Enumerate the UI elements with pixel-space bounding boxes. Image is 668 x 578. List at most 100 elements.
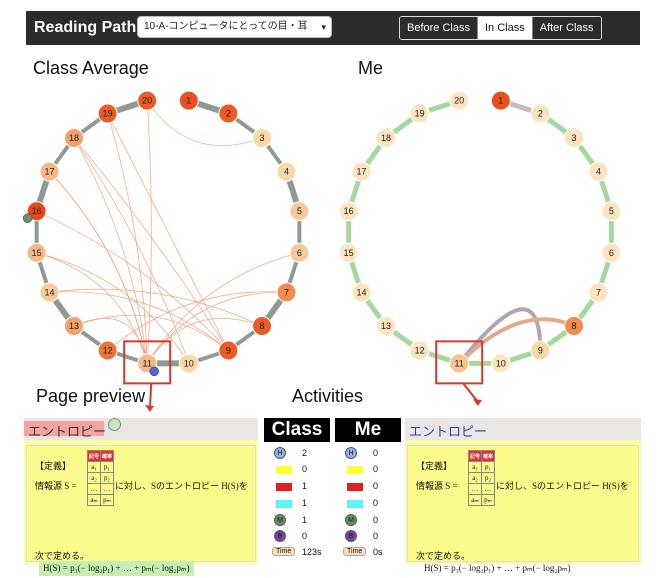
page-node-label: 7 [284,287,289,297]
page-node-label: 19 [103,108,113,118]
preview-header: エントロピー [24,418,258,440]
info-source-suffix: に対し、Sのエントロピー H(S)を [496,481,629,491]
page-node-label: 17 [44,167,54,177]
count-highlight: 2 [302,448,308,458]
page-node-label: 3 [260,133,265,143]
count-bookmark: 0 [373,531,379,541]
memo-marker-icon [22,213,33,223]
page-node-label: 2 [538,108,543,118]
preview-title: エントロピー [409,424,488,439]
page-node-label: 13 [381,321,391,331]
table-cell: p₁ [481,461,495,473]
info-source-prefix: 情報源 S = [416,481,458,491]
count-yellow: 0 [302,464,308,474]
page-node-label: 5 [297,206,302,216]
symbol-probability-table: 記号 確率 a₁ p₁ a₂ p₂ …… aₘ pₘ [87,450,114,506]
class-average-graph: 1234567891011121314151617181920 [22,90,310,377]
red-marker-icon [276,483,292,491]
count-yellow: 0 [373,464,379,474]
time-value: 123s [302,547,322,557]
page-preview-class[interactable]: エントロピー 【定義】 情報源 S = 記号 確率 a₁ p₁ a₂ p₂ …… aₘ… [24,418,258,576]
table-cell: a₂ [468,472,482,484]
table-header-prob: 確率 [481,450,495,462]
activities-me: Me H 0 0 0 0 M 0 B 0 Time 0s [335,418,401,564]
page-node-label: 7 [596,287,601,297]
activities-class: Class H 2 0 1 1 M 1 B 0 Time 123s [264,418,330,564]
callout-arrow [462,382,479,403]
page-node-label: 20 [142,96,152,106]
cyan-marker-icon [347,500,363,508]
page-node-label: 16 [344,206,354,216]
table-cell: aₘ [468,494,482,506]
time-value: 0s [373,547,383,557]
reading-path-graphs: 1234567891011121314151617181920 12345678… [22,90,622,412]
memo-marker-icon[interactable] [108,418,121,431]
activities-me-title: Me [335,418,401,442]
page-node-label: 10 [496,358,506,368]
count-highlight: 0 [373,448,379,458]
arrowhead-icon [145,405,154,412]
count-memo: 1 [302,515,308,525]
transition-link [107,113,229,351]
page-node-label: 6 [297,248,302,258]
page-node-label: 10 [184,358,194,368]
table-cell: pₘ [100,494,114,506]
table-cell: p₂ [481,472,495,484]
page-node-label: 18 [381,133,391,143]
page-node-label: 13 [69,321,79,331]
highlight-icon: H [345,447,357,459]
transition-link [49,171,148,364]
table-header-symbol: 記号 [87,450,101,462]
page-node-label: 19 [415,108,425,118]
page-node-label: 14 [44,287,54,297]
red-marker-icon [347,483,363,491]
page-node-label: 16 [32,206,42,216]
page-node-label: 1 [186,96,191,106]
count-red: 1 [302,481,308,491]
page-node-label: 9 [226,346,231,356]
table-cell: pₘ [481,494,495,506]
bookmark-icon: B [345,530,357,542]
preview-header: エントロピー [405,418,641,440]
page-node-label: 14 [356,287,366,297]
yellow-marker-icon [276,466,292,474]
page-node-label: 17 [356,167,366,177]
memo-icon: M [274,514,286,526]
arrowhead-icon [473,399,482,406]
table-cell: … [100,483,114,495]
memo-icon: M [345,514,357,526]
table-cell: aₘ [87,494,101,506]
entropy-formula: H(S) = p₁(− log₂p₁) + … + pₘ(− log₂pₘ) [424,563,571,573]
count-cyan: 1 [302,498,308,508]
page-node-label: 3 [572,133,577,143]
info-source-prefix: 情報源 S = [35,481,77,491]
page-node-label: 12 [103,346,113,356]
page-node-label: 5 [609,206,614,216]
count-red: 0 [373,481,379,491]
highlight-marker-icon [149,366,159,377]
page-node-label: 11 [455,358,464,368]
page-node-label: 15 [344,248,354,258]
table-cell: … [481,483,495,495]
page-node-label: 2 [226,108,231,118]
table-cell: a₂ [87,472,101,484]
table-cell: a₁ [468,461,482,473]
preview-title: エントロピー [28,424,107,439]
definition-label: 【定義】 [35,461,72,471]
highlight-icon: H [274,447,286,459]
page-node-label: 9 [538,346,543,356]
page-node-label: 18 [69,133,79,143]
page-node-label: 6 [609,248,614,258]
info-source-suffix: に対し、Sのエントロピー H(S)を [115,481,248,491]
transition-link [49,171,148,364]
cyan-marker-icon [276,500,292,508]
table-cell: p₁ [100,461,114,473]
page-preview-me[interactable]: エントロピー 【定義】 情報源 S = 記号 確率 a₁ p₁ a₂ p₂ …… aₘ… [405,418,641,573]
preview-body: 【定義】 情報源 S = 記号 確率 a₁ p₁ a₂ p₂ …… aₘ pₘ に対し、… [407,445,639,573]
symbol-probability-table: 記号 確率 a₁ p₁ a₂ p₂ …… aₘ pₘ [468,450,495,506]
table-cell: … [87,483,101,495]
table-header-symbol: 記号 [468,450,482,462]
page-node-label: 1 [498,96,503,106]
page-node-label: 4 [284,167,289,177]
time-icon: Time [272,547,296,556]
